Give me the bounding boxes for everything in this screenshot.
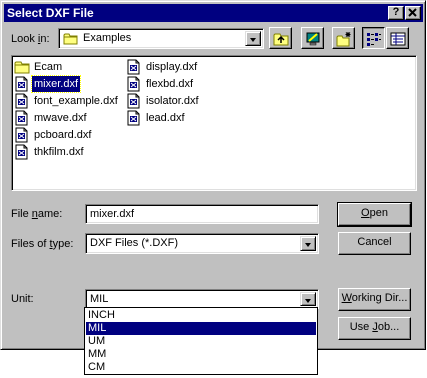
look-in-label: Look in: (11, 33, 50, 45)
look-in-value: Examples (83, 32, 132, 44)
desktop-button[interactable] (301, 27, 324, 49)
look-in-dropdown-button[interactable] (245, 31, 261, 46)
details-view-button[interactable] (386, 27, 409, 49)
unit-dropdown-button[interactable] (300, 292, 316, 306)
title-bar[interactable]: Select DXF File ? (4, 4, 423, 22)
file-item-label: display.dxf (146, 61, 198, 73)
file-name-label: File name: (11, 208, 63, 220)
working-dir-button[interactable]: Working Dir... (338, 288, 411, 311)
unit-dropdown-list[interactable]: INCH MIL UM MM CM (84, 307, 318, 375)
file-item-label: font_example.dxf (34, 95, 118, 107)
file-item-label: thkfilm.dxf (34, 146, 84, 158)
up-one-level-button[interactable] (269, 27, 292, 49)
select-dxf-dialog: Select DXF File ? Look in: Examples Ecam… (0, 0, 426, 350)
file-name-value: mixer.dxf (90, 208, 135, 220)
up-folder-icon (273, 33, 289, 46)
unit-option[interactable]: MIL (86, 322, 316, 335)
file-item-label: isolator.dxf (146, 95, 199, 107)
file-name-input[interactable]: mixer.dxf (85, 204, 319, 224)
look-in-combo[interactable]: Examples (58, 28, 264, 49)
file-item-label: flexbd.dxf (146, 78, 194, 90)
file-item-label: Ecam (34, 61, 63, 73)
unit-option[interactable]: MM (86, 348, 316, 361)
new-folder-icon (336, 32, 351, 47)
new-folder-button[interactable] (332, 27, 355, 49)
close-button[interactable] (405, 6, 421, 20)
file-type-value: DXF Files (*.DXF) (90, 237, 178, 249)
file-item-label: mixer.dxf (30, 75, 82, 93)
window-title: Select DXF File (7, 6, 94, 20)
unit-label: Unit: (11, 293, 34, 305)
file-item-label: lead.dxf (146, 112, 185, 124)
list-view-icon (367, 33, 381, 46)
file-type-combo[interactable]: DXF Files (*.DXF) (85, 233, 319, 254)
use-job-button[interactable]: Use Job... (338, 317, 411, 340)
file-list[interactable]: Ecam mixer.dxf font_example.dxf mwave.dxf pc… (11, 55, 417, 191)
unit-option[interactable]: UM (86, 335, 316, 348)
file-type-label: Files of type: (11, 238, 74, 250)
open-button[interactable]: Open (337, 202, 412, 227)
folder-icon (63, 33, 78, 45)
close-icon (408, 8, 417, 17)
details-view-icon (390, 32, 406, 46)
unit-option[interactable]: CM (86, 361, 316, 374)
file-type-dropdown-button[interactable] (300, 236, 316, 251)
file-item-label: mwave.dxf (34, 112, 87, 124)
list-view-button[interactable] (362, 27, 385, 49)
file-item-label: pcboard.dxf (34, 129, 92, 141)
unit-combo[interactable]: MIL (85, 289, 319, 309)
help-button[interactable]: ? (388, 6, 404, 20)
cancel-button[interactable]: Cancel (338, 232, 411, 255)
unit-value: MIL (90, 293, 109, 305)
desktop-icon (306, 32, 320, 46)
unit-option[interactable]: INCH (86, 309, 316, 322)
